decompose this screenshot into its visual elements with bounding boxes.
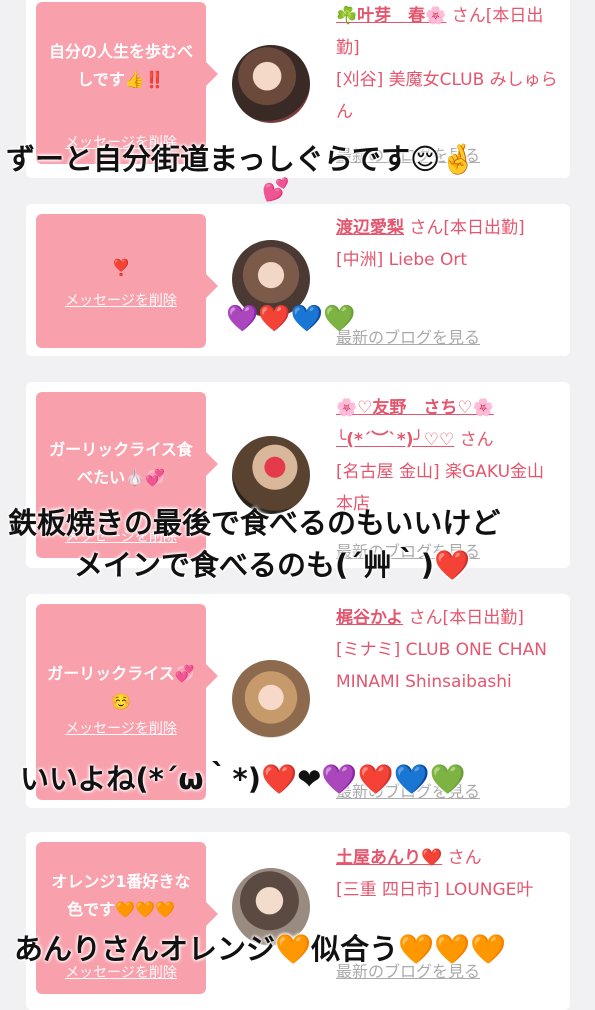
chat-card-5: オレンジ1番好きな色です🧡🧡🧡 メッセージを削除 土屋あんり❤️ さん [三重 … bbox=[26, 832, 570, 1010]
shop-name: [刈谷] 美魔女CLUB みしゅらん bbox=[336, 70, 558, 122]
cast-name-emoticon[interactable]: ╰(*´︶`*)╯♡♡ bbox=[336, 430, 454, 450]
avatar[interactable] bbox=[232, 660, 310, 738]
overlay-comment-1: ずーと自分街道まっしぐらです😌🤞 bbox=[6, 142, 477, 176]
overlay-comment-2b: メインで食べるのも(´艸｀)❤️ bbox=[74, 548, 471, 582]
message-bubble: オレンジ1番好きな色です🧡🧡🧡 メッセージを削除 bbox=[36, 842, 218, 994]
message-bubble: ❣️ メッセージを削除 bbox=[36, 214, 218, 348]
delete-message-link[interactable]: メッセージを削除 bbox=[36, 718, 206, 738]
cast-name-link[interactable]: 🌸♡友野 さち♡🌸 bbox=[336, 398, 494, 418]
cast-name-link[interactable]: 土屋あんり❤️ bbox=[336, 848, 442, 868]
hearts-sticker-icon: 💜❤️💙💚 bbox=[226, 304, 356, 334]
shop-name: [三重 四日市] LOUNGE叶 bbox=[336, 880, 534, 900]
overlay-comment-2a: 鉄板焼きの最後で食べるのもいいけど bbox=[8, 506, 501, 540]
cast-status: さん[本日出勤] bbox=[409, 218, 525, 238]
message-text: オレンジ1番好きな色です🧡🧡🧡 bbox=[51, 872, 191, 919]
message-text: ガーリックライス食べたい🧄💞 bbox=[49, 440, 193, 487]
shop-name: [中洲] Liebe Ort bbox=[336, 250, 468, 270]
overlay-comment-3: いいよね(*´ω｀*)❤️❤︎💜❤️💙💚 bbox=[20, 762, 466, 796]
message-text: ガーリックライス💞☺️ bbox=[47, 664, 195, 711]
cast-status: さん bbox=[459, 430, 494, 450]
overlay-comment-4: あんりさんオレンジ🧡似合う🧡🧡🧡 bbox=[14, 932, 507, 966]
heart-sticker-icon: 💕 bbox=[262, 178, 290, 203]
cast-name-link[interactable]: 渡辺愛梨 bbox=[336, 218, 404, 238]
cast-name-link[interactable]: 梶谷かよ bbox=[336, 608, 403, 628]
cast-name-link[interactable]: ☘️叶芽 春🌸 bbox=[336, 6, 446, 26]
cast-info: 土屋あんり❤️ さん [三重 四日市] LOUNGE叶 最新のブログを見る bbox=[336, 842, 560, 981]
avatar[interactable] bbox=[232, 45, 310, 123]
message-text: 自分の人生を歩むべしです👍‼️ bbox=[48, 42, 193, 89]
cast-info: 梶谷かよ さん[本日出勤] [ミナミ] CLUB ONE CHAN MINAMI… bbox=[336, 602, 560, 801]
delete-message-link[interactable]: メッセージを削除 bbox=[36, 290, 206, 310]
cast-info: 渡辺愛梨 さん[本日出勤] [中洲] Liebe Ort 最新のブログを見る bbox=[336, 212, 560, 347]
blog-link[interactable]: 最新のブログを見る bbox=[336, 322, 480, 354]
cast-status: さん bbox=[447, 848, 482, 868]
message-text: ❣️ bbox=[111, 258, 131, 277]
cast-info: ☘️叶芽 春🌸 さん[本日出勤] [刈谷] 美魔女CLUB みしゅらん 最新のブ… bbox=[336, 0, 560, 165]
cast-status: さん[本日出勤] bbox=[408, 608, 524, 628]
shop-name: [ミナミ] CLUB ONE CHAN MINAMI Shinsaibashi bbox=[336, 640, 547, 692]
